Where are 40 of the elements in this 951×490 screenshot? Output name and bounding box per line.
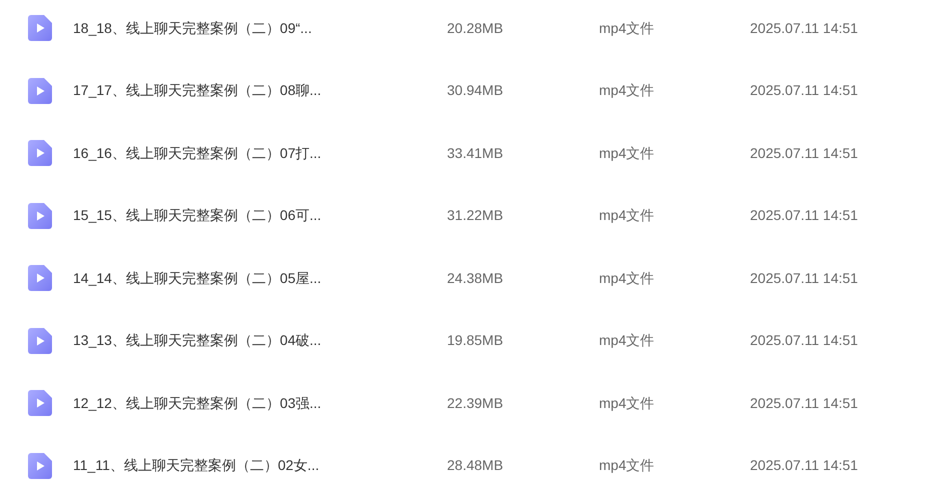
file-size: 31.22MB	[447, 207, 504, 224]
video-file-icon[interactable]	[28, 265, 52, 292]
modified-date: 2025.07.11 14:51	[750, 270, 858, 286]
video-file-icon[interactable]	[28, 328, 52, 354]
file-type: mp4文件	[599, 207, 654, 224]
file-name[interactable]: 12_12、线上聊天完整案例（二）03强...	[73, 394, 322, 411]
modified-date: 2025.07.11 14:51	[750, 20, 858, 36]
file-name[interactable]: 14_14、线上聊天完整案例（二）05屋...	[73, 270, 322, 286]
file-size: 20.28MB	[447, 20, 504, 36]
file-name[interactable]: 13_13、线上聊天完整案例（二）04破...	[73, 332, 322, 348]
file-type: mp4文件	[599, 394, 654, 411]
file-type: mp4文件	[599, 270, 654, 286]
modified-date: 2025.07.11 14:51	[750, 457, 858, 474]
modified-date: 2025.07.11 14:51	[750, 207, 858, 224]
file-size: 19.85MB	[447, 332, 504, 348]
file-name[interactable]: 17_17、线上聊天完整案例（二）08聊...	[73, 82, 322, 98]
video-file-icon[interactable]	[28, 202, 52, 229]
file-size: 22.39MB	[447, 394, 504, 411]
video-file-icon[interactable]	[28, 15, 52, 42]
file-type: mp4文件	[599, 457, 654, 474]
file-name[interactable]: 15_15、线上聊天完整案例（二）06可...	[73, 207, 322, 224]
file-type: mp4文件	[599, 82, 654, 98]
video-file-icon[interactable]	[28, 140, 52, 166]
video-file-icon[interactable]	[28, 78, 52, 104]
video-file-icon[interactable]	[28, 390, 52, 416]
file-size: 24.38MB	[447, 270, 504, 286]
modified-date: 2025.07.11 14:51	[750, 394, 858, 411]
modified-date: 2025.07.11 14:51	[750, 332, 858, 348]
file-type: mp4文件	[599, 20, 654, 36]
modified-date: 2025.07.11 14:51	[750, 82, 858, 98]
video-file-icon[interactable]	[28, 452, 52, 479]
file-type: mp4文件	[599, 332, 654, 348]
modified-date: 2025.07.11 14:51	[750, 144, 858, 161]
file-name[interactable]: 11_11、线上聊天完整案例（二）02女...	[73, 457, 320, 474]
file-type: mp4文件	[599, 144, 654, 161]
file-size: 30.94MB	[447, 82, 504, 98]
file-name[interactable]: 16_16、线上聊天完整案例（二）07打...	[73, 144, 322, 161]
file-size: 28.48MB	[447, 457, 504, 474]
file-name[interactable]: 18_18、线上聊天完整案例（二）09“...	[73, 20, 312, 36]
file-size: 33.41MB	[447, 144, 504, 161]
